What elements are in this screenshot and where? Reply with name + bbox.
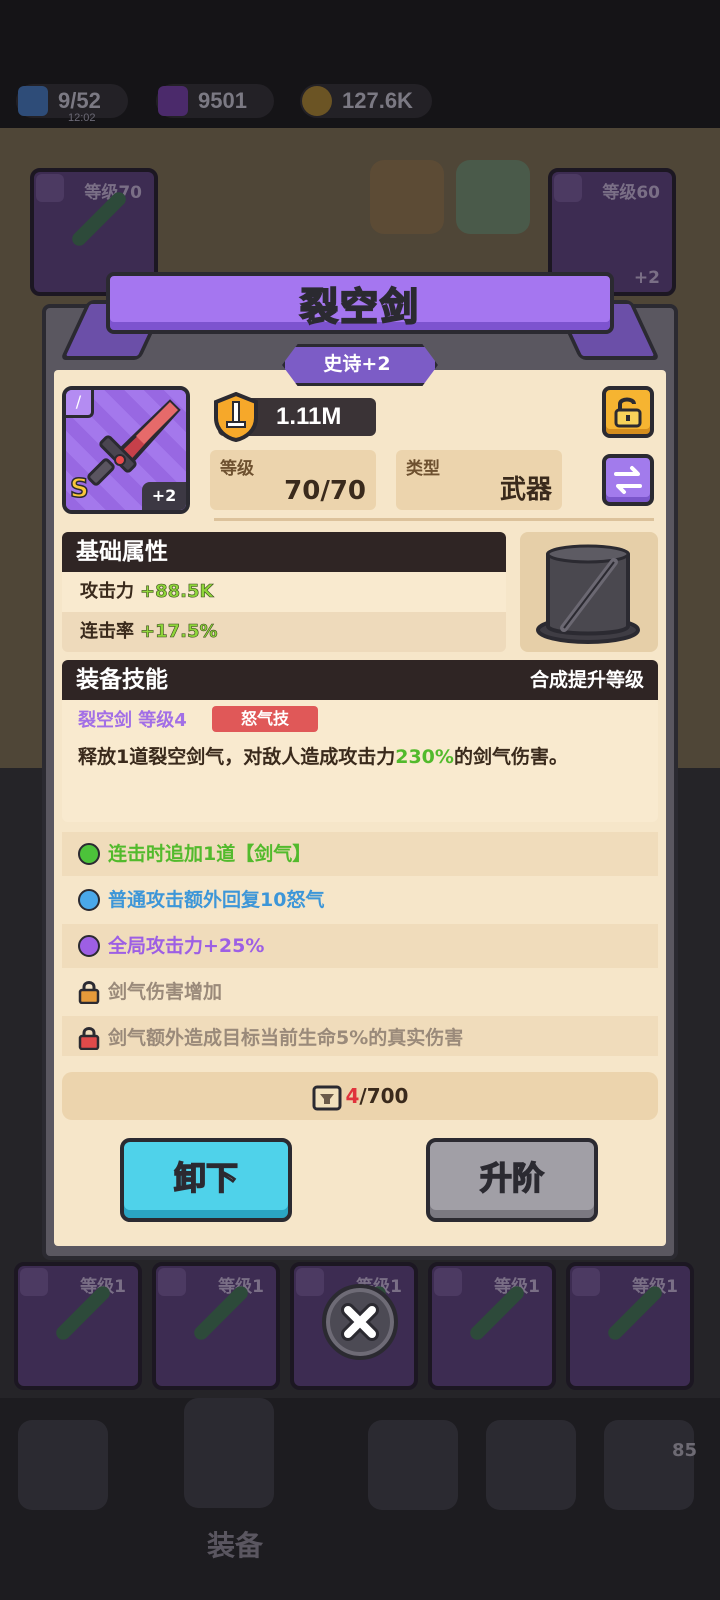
combo-stat-row: 连击率 +17.5%	[62, 612, 506, 652]
perk-text: 普通攻击额外回复10怒气	[108, 889, 325, 911]
anvil-scroll-icon	[312, 1085, 341, 1110]
inventory-item[interactable]: 等级1	[152, 1262, 280, 1390]
close-icon	[341, 1303, 379, 1341]
plus-level: +2	[142, 482, 186, 510]
sword-type-icon	[36, 174, 64, 202]
energy-value: 9/52	[58, 88, 101, 113]
item-title: 裂空剑	[299, 284, 420, 330]
character-icon	[370, 160, 444, 234]
rarity-label: 史诗+2	[323, 352, 391, 375]
skill-header: 装备技能 合成提升等级	[62, 660, 658, 700]
gem-value: 9501	[198, 88, 247, 113]
skill-section-title: 装备技能	[76, 667, 168, 693]
stat-name: 连击率	[80, 621, 134, 642]
gold-counter[interactable]: 127.6K	[300, 84, 432, 118]
slot-plus: +2	[633, 268, 660, 288]
stat-value: +17.5%	[140, 621, 218, 643]
close-button[interactable]	[322, 1284, 398, 1360]
energy-counter[interactable]: 9/52 12:02	[16, 84, 128, 124]
blue-orb-icon	[78, 889, 100, 911]
perk-row: 全局攻击力+25%	[62, 924, 658, 968]
top-hat-icon	[536, 544, 640, 644]
perk-row: 连击时追加1道【剑气】	[62, 832, 658, 876]
fragment-progress: 4/700	[62, 1072, 658, 1120]
upgrade-button[interactable]: 升阶	[426, 1138, 598, 1222]
perk-text: 连击时追加1道【剑气】	[108, 843, 312, 865]
divider	[214, 518, 654, 521]
attack-stat-row: 攻击力 +88.5K	[62, 572, 506, 612]
shop-icon[interactable]	[18, 1420, 108, 1510]
resource-bar: 9/52 12:02 9501 127.6K	[0, 80, 720, 124]
sword-type-icon	[158, 1268, 186, 1296]
base-stats-header: 基础属性	[62, 532, 506, 572]
gold-coin-icon	[302, 86, 332, 116]
swap-icon	[614, 466, 642, 494]
skill-desc-text: 的剑气伤害。	[453, 746, 568, 768]
sword-type-icon	[434, 1268, 462, 1296]
stat-value: +88.5K	[140, 581, 214, 603]
perk-row: 剑气额外造成目标当前生命5%的真实伤害	[62, 1016, 658, 1056]
skill-desc-text: 释放1道裂空剑气，对敌人造成攻击力	[78, 746, 396, 768]
hat-preview	[520, 532, 658, 652]
level-value: 70/70	[284, 476, 366, 506]
skill-desc-highlight: 230%	[395, 746, 454, 768]
inventory-item[interactable]: 等级1	[428, 1262, 556, 1390]
inventory-item[interactable]: 等级1	[566, 1262, 694, 1390]
perk-text: 剑气额外造成目标当前生命5%的真实伤害	[108, 1027, 464, 1049]
fragment-need: /700	[359, 1084, 409, 1108]
chest-icon[interactable]	[604, 1420, 694, 1510]
slot-level: 等级60	[602, 183, 660, 203]
lock-icon	[78, 981, 100, 1004]
type-stat: 类型 武器	[396, 450, 562, 510]
lightning-icon	[18, 86, 48, 116]
level-stat: 等级 70/70	[210, 450, 376, 510]
armor-type-icon	[554, 174, 582, 202]
pet-icon	[456, 160, 530, 234]
stat-name: 攻击力	[80, 581, 134, 602]
gem-icon	[158, 86, 188, 116]
gold-value: 127.6K	[342, 88, 413, 113]
perk-text: 剑气伤害增加	[108, 981, 223, 1003]
rarity-badge: 史诗+2	[282, 344, 432, 380]
type-value: 武器	[499, 475, 552, 505]
sword-type-icon: /	[66, 390, 94, 418]
upgrade-icon[interactable]	[486, 1420, 576, 1510]
swap-button[interactable]	[602, 454, 654, 506]
level-label: 等级	[220, 459, 254, 479]
grade-badge: S	[69, 473, 89, 505]
chest-count-badge: 85	[672, 1440, 698, 1461]
helmet-icon[interactable]	[184, 1398, 274, 1508]
perk-text: 全局攻击力+25%	[108, 935, 265, 957]
perk-row: 普通攻击额外回复10怒气	[62, 878, 658, 922]
skill-description: 释放1道裂空剑气，对敌人造成攻击力230%的剑气伤害。	[78, 742, 568, 769]
skill-name: 裂空剑 等级4	[78, 710, 187, 731]
gem-counter[interactable]: 9501	[156, 84, 274, 118]
item-card: / S +2	[62, 386, 190, 514]
title-banner: 裂空剑	[106, 272, 614, 334]
sword-type-icon	[20, 1268, 48, 1296]
nav-label-equipment: 装备	[206, 1529, 263, 1562]
type-label: 类型	[406, 459, 440, 479]
unlock-icon	[614, 397, 642, 428]
lock-button[interactable]	[602, 386, 654, 438]
skill-upgrade-hint: 合成提升等级	[529, 669, 644, 691]
base-stats-title: 基础属性	[76, 539, 168, 565]
rage-skill-tag: 怒气技	[212, 706, 318, 732]
green-orb-icon	[78, 843, 100, 865]
energy-timer: 12:02	[68, 112, 96, 124]
sword-type-icon	[296, 1268, 324, 1296]
sword-type-icon	[572, 1268, 600, 1296]
inventory-item[interactable]: 等级1	[14, 1262, 142, 1390]
purple-orb-icon	[78, 935, 100, 957]
fragment-have: 4	[345, 1084, 360, 1108]
lock-icon	[78, 1027, 100, 1050]
shield-sword-icon	[214, 392, 258, 442]
unequip-button[interactable]: 卸下	[120, 1138, 292, 1222]
perk-row: 剑气伤害增加	[62, 970, 658, 1014]
battle-icon[interactable]	[368, 1420, 458, 1510]
